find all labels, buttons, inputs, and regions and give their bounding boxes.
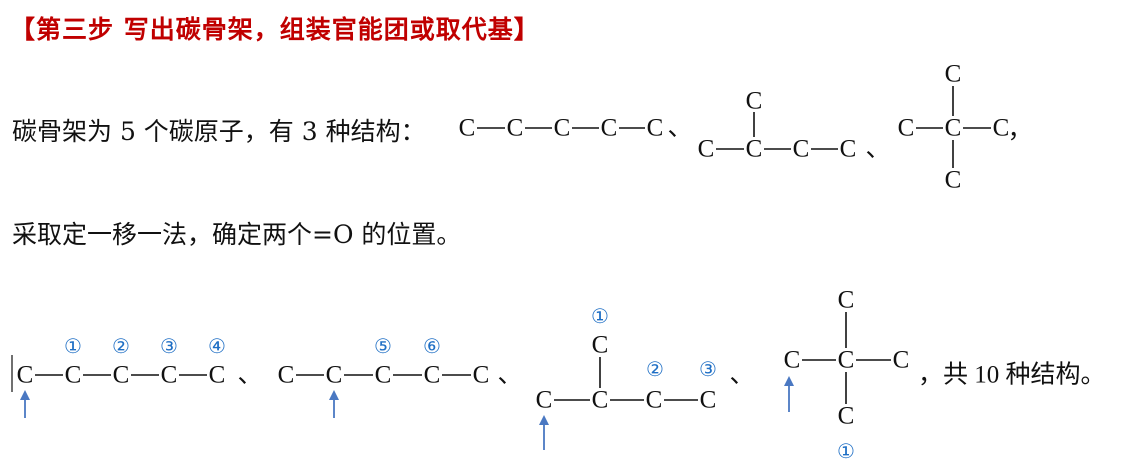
carbon-atom: C [793,136,810,163]
position-arrow-head [329,390,339,400]
position-arrow-head [539,415,549,425]
separator-comma: 、 [237,362,262,389]
carbon-atom: C [459,115,476,142]
carbon-atom: C [278,362,295,389]
carbon-atom: C [646,387,663,414]
position-marker: ③ [160,336,178,358]
separator-comma: ， [1007,117,1032,144]
carbon-atom: C [592,387,609,414]
carbon-atom: C [838,347,855,374]
carbon-atom: C [945,61,962,88]
carbon-atom: C [700,387,717,414]
carbon-atom: C [838,403,855,430]
carbon-atom: C [601,115,618,142]
carbon-atom: C [898,115,915,142]
carbon-atom: C [945,167,962,194]
carbon-atom: C [375,362,392,389]
position-marker: ① [837,441,855,463]
position-marker: ③ [699,359,717,381]
carbon-atom: C [698,136,715,163]
carbon-atom: C [893,347,910,374]
carbon-atom: C [65,362,82,389]
carbon-atom: C [424,362,441,389]
position-arrow-head [20,390,30,400]
separator-comma: 、 [729,362,754,389]
position-marker: ⑤ [374,336,392,358]
carbon-atom: C [113,362,130,389]
carbon-atom: C [554,115,571,142]
position-marker: ② [112,336,130,358]
structures-canvas: C C C C C 、C C C CC、C C CCC，C C C C C① ② ③ ④、 C C C C C⑤ ⑥、C C C C… [11,61,1106,463]
carbon-atom: C [838,287,855,314]
separator-comma: 、 [497,362,522,389]
carbon-atom: C [209,362,226,389]
position-marker: ④ [208,336,226,358]
carbon-atom: C [507,115,524,142]
carbon-atom: C [945,115,962,142]
separator-comma: 、 [667,115,692,142]
separator-comma: 、 [865,136,890,163]
carbon-atom: C [784,347,801,374]
carbon-atom: C [592,332,609,359]
carbon-atom: C [161,362,178,389]
carbon-atom: C [746,136,763,163]
position-marker: ② [646,359,664,381]
carbon-atom: C [746,88,763,115]
carbon-atom: C [840,136,857,163]
carbon-atom: C [326,362,343,389]
carbon-atom: C [473,362,490,389]
carbon-atom: C [17,362,34,389]
position-arrow-head [784,376,794,386]
position-marker: ① [591,306,609,328]
position-marker: ① [64,336,82,358]
position-marker: ⑥ [423,336,441,358]
carbon-atom: C [536,387,553,414]
carbon-atom: C [647,115,664,142]
conclusion-text: ，共 10 种结构。 [918,361,1106,389]
